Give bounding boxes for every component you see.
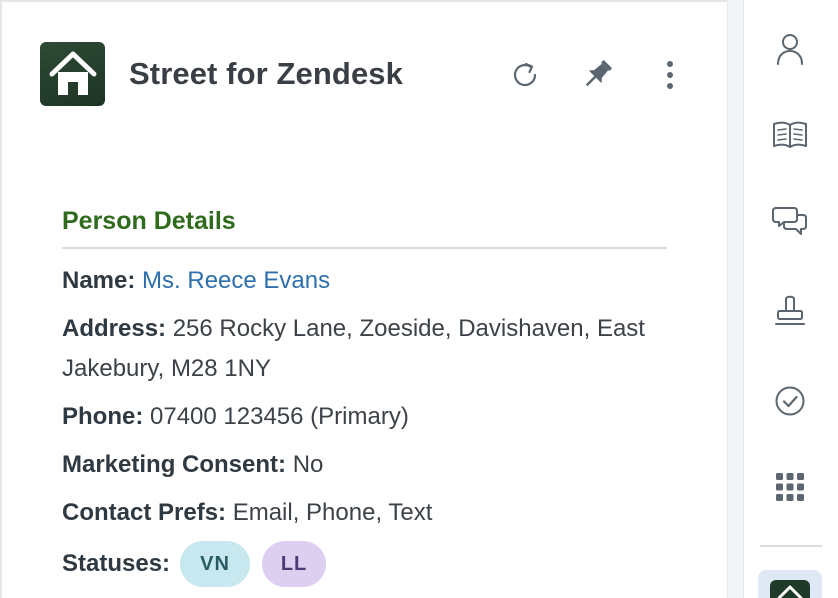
user-icon [777, 34, 803, 65]
rail-divider [760, 545, 822, 547]
rail-stamp-button[interactable] [768, 289, 812, 333]
detail-marketing-consent: Marketing Consent: No [62, 445, 672, 485]
knowledge-book-icon [773, 121, 807, 148]
consent-value: No [292, 451, 324, 478]
phone-value: 07400 123456 (Primary) [150, 403, 409, 430]
rail-knowledge-button[interactable] [768, 113, 812, 157]
statuses-label: Statuses: [62, 550, 171, 577]
panel-gutter [727, 0, 743, 598]
house-icon [777, 585, 803, 598]
name-label: Name: [62, 267, 136, 294]
section-divider [62, 247, 667, 249]
more-options-button[interactable] [656, 56, 684, 94]
refresh-icon [513, 62, 537, 87]
rail-street-app-button[interactable] [758, 570, 822, 598]
kebab-menu-icon [667, 61, 673, 89]
phone-label: Phone: [62, 403, 144, 430]
refresh-button[interactable] [506, 56, 544, 94]
detail-contact-prefs: Contact Prefs: Email, Phone, Text [62, 493, 672, 533]
prefs-label: Contact Prefs: [62, 499, 227, 526]
stamp-icon [775, 295, 805, 325]
person-name-link[interactable]: Ms. Reece Evans [142, 267, 330, 294]
pin-icon [586, 60, 612, 86]
detail-statuses: Statuses: VN LL [62, 541, 672, 587]
status-badge: VN [180, 541, 251, 587]
rail-tasks-button[interactable] [768, 379, 812, 423]
rail-conversations-button[interactable] [768, 199, 812, 243]
rail-apps-button[interactable] [768, 465, 812, 509]
address-label: Address: [62, 315, 167, 342]
app-logo [40, 42, 105, 106]
consent-label: Marketing Consent: [62, 451, 287, 478]
status-badge: LL [262, 541, 327, 587]
detail-name: Name: Ms. Reece Evans [62, 261, 672, 301]
house-icon [49, 51, 96, 95]
app-title: Street for Zendesk [129, 56, 403, 91]
detail-phone: Phone: 07400 123456 (Primary) [62, 397, 672, 437]
section-title: Person Details [62, 207, 236, 235]
rail-app-logo [770, 580, 810, 598]
detail-address: Address: 256 Rocky Lane, Zoeside, Davish… [62, 309, 672, 389]
rail-user-button[interactable] [768, 27, 812, 71]
pin-button[interactable] [578, 54, 618, 94]
check-circle-icon [775, 386, 805, 416]
chat-bubbles-icon [772, 207, 807, 235]
apps-grid-icon [776, 473, 804, 501]
prefs-value: Email, Phone, Text [232, 499, 433, 526]
